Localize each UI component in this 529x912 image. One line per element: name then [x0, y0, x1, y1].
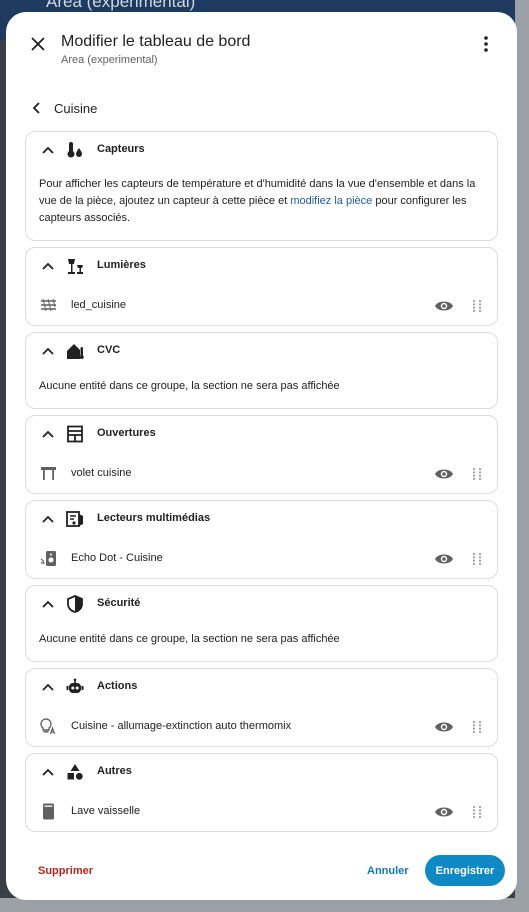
drag-handle-icon[interactable] — [471, 805, 483, 819]
dishwasher-icon — [43, 803, 54, 820]
section-header[interactable]: Capteurs — [26, 132, 497, 168]
section-title: Lecteurs multimédias — [97, 512, 211, 524]
section-ouvertures: Ouvertures volet cuisine — [25, 415, 498, 494]
background-app-title: Area (experimental) — [46, 0, 196, 11]
eye-icon[interactable] — [434, 719, 454, 735]
section-title: Lumières — [97, 259, 146, 271]
lightbulb-auto-icon — [40, 718, 56, 735]
entity-name: led_cuisine — [71, 299, 127, 311]
dialog-subtitle: Area (experimental) — [61, 54, 158, 66]
area-name: Cuisine — [54, 101, 98, 116]
section-cvc: CVC Aucune entité dans ce groupe, la sec… — [25, 332, 498, 409]
drag-handle-icon[interactable] — [471, 552, 483, 566]
lamps-icon — [68, 259, 83, 274]
chevron-up-icon[interactable] — [42, 261, 54, 271]
section-lecteurs-multimedias: Lecteurs multimédias Echo Dot - Cuisine — [25, 500, 498, 579]
led-strip-icon — [41, 298, 56, 312]
window-shutter-icon — [67, 425, 83, 443]
section-header[interactable]: Ouvertures — [26, 416, 497, 452]
thermometer-water-icon — [67, 142, 82, 158]
empty-section-message: Aucune entité dans ce groupe, la section… — [39, 633, 340, 645]
eye-icon[interactable] — [434, 804, 454, 820]
entity-name: Lave vaisselle — [71, 805, 141, 817]
eye-icon[interactable] — [434, 466, 454, 482]
section-title: Actions — [97, 680, 138, 692]
shapes-icon — [67, 764, 83, 780]
delete-button[interactable]: Supprimer — [38, 865, 93, 877]
chevron-up-icon[interactable] — [42, 767, 54, 777]
entity-name: Echo Dot - Cuisine — [71, 552, 163, 564]
background-right-strip — [515, 0, 529, 912]
drag-handle-icon[interactable] — [471, 720, 483, 734]
section-header[interactable]: Lumières — [26, 248, 497, 284]
section-title: Ouvertures — [97, 427, 156, 439]
eye-icon[interactable] — [434, 551, 454, 567]
chevron-left-icon[interactable] — [30, 101, 44, 115]
shutter-icon — [41, 467, 56, 480]
section-header[interactable]: Sécurité — [26, 586, 497, 622]
multimedia-icon — [66, 511, 83, 527]
section-capteurs: Capteurs Pour afficher les capteurs de t… — [25, 131, 498, 241]
section-title: Autres — [97, 765, 132, 777]
chevron-up-icon[interactable] — [42, 599, 54, 609]
robot-icon — [66, 678, 84, 693]
home-thermometer-icon — [67, 344, 84, 359]
chevron-up-icon[interactable] — [42, 514, 54, 524]
edit-area-link[interactable]: modifiez la pièce — [290, 195, 372, 207]
drag-handle-icon[interactable] — [471, 299, 483, 313]
dialog-title: Modifier le tableau de bord — [61, 33, 251, 50]
more-vert-icon[interactable] — [476, 34, 496, 54]
entity-name: Cuisine - allumage-extinction auto therm… — [71, 720, 292, 732]
empty-section-message: Aucune entité dans ce groupe, la section… — [39, 380, 340, 392]
drag-handle-icon[interactable] — [471, 467, 483, 481]
capteurs-info: Pour afficher les capteurs de températur… — [39, 176, 487, 227]
section-title: Sécurité — [97, 597, 141, 609]
speaker-wireless-icon — [40, 551, 56, 566]
chevron-up-icon[interactable] — [42, 145, 54, 155]
section-header[interactable]: Lecteurs multimédias — [26, 501, 497, 537]
close-icon[interactable] — [28, 34, 48, 54]
cancel-button[interactable]: Annuler — [367, 865, 409, 877]
section-header[interactable]: Autres — [26, 754, 497, 790]
background-bottom-strip — [0, 898, 529, 912]
chevron-up-icon[interactable] — [42, 682, 54, 692]
save-button[interactable]: Enregistrer — [425, 855, 505, 886]
entity-name: volet cuisine — [71, 467, 132, 479]
section-title: Capteurs — [97, 143, 145, 155]
section-header[interactable]: CVC — [26, 333, 497, 369]
eye-icon[interactable] — [434, 298, 454, 314]
section-header[interactable]: Actions — [26, 669, 497, 705]
section-actions: Actions Cuisine - allumage-extinction au… — [25, 668, 498, 747]
chevron-up-icon[interactable] — [42, 429, 54, 439]
section-autres: Autres Lave vaisselle — [25, 753, 498, 832]
section-lumieres: Lumières led_cuisine — [25, 247, 498, 326]
edit-dashboard-dialog: Modifier le tableau de bord Area (experi… — [6, 12, 517, 900]
section-securite: Sécurité Aucune entité dans ce groupe, l… — [25, 585, 498, 662]
shield-half-icon — [67, 595, 83, 613]
chevron-up-icon[interactable] — [42, 346, 54, 356]
section-title: CVC — [97, 344, 121, 356]
